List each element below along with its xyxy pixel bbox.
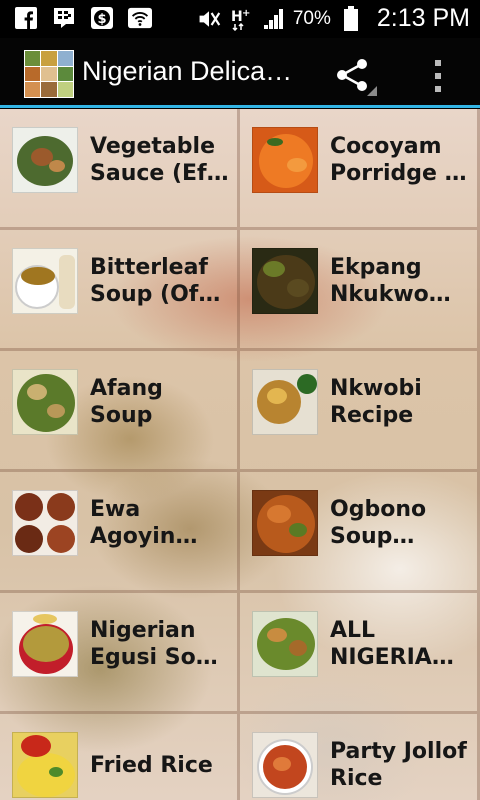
recipe-grid-background: Vegetable Sauce (Efo Riro) Cocoyam Porri…: [0, 109, 480, 800]
recipe-item-nkwobi[interactable]: Nkwobi Recipe: [240, 351, 480, 472]
clock: 2:13 PM: [376, 4, 470, 32]
wifi-icon: [128, 6, 152, 30]
recipe-label: Ewa Agoyin (Stewed Beans): [90, 497, 176, 549]
status-bar: $ H + 70% 2:13 PM: [0, 0, 480, 38]
recipe-item-all-nigerian-recipes[interactable]: ALL NIGERIAN RECIPES: [240, 593, 480, 714]
all-recipes-thumbnail: [252, 611, 318, 677]
recipe-item-ewa-agoyin[interactable]: Ewa Agoyin (Stewed Beans): [0, 472, 240, 593]
vegetable-sauce-thumbnail: [12, 127, 78, 193]
recipe-label: Fried Rice: [90, 752, 213, 778]
share-button[interactable]: [331, 54, 379, 98]
svg-text:H: H: [231, 9, 243, 25]
recipe-label: Ekpang Nkukwo Recipe: [330, 255, 429, 307]
recipe-label: ALL NIGERIAN RECIPES: [330, 618, 451, 670]
ewa-agoyin-thumbnail: [12, 490, 78, 556]
nkwobi-thumbnail: [252, 369, 318, 435]
recipe-item-egusi-soup[interactable]: Nigerian Egusi Soup Recipe: [0, 593, 240, 714]
recipe-item-vegetable-sauce[interactable]: Vegetable Sauce (Efo Riro): [0, 109, 240, 230]
recipe-label: Nigerian Egusi Soup Recipe: [90, 618, 228, 670]
recipe-item-party-jollof-rice[interactable]: Party Jollof Rice: [240, 714, 480, 800]
afang-soup-thumbnail: [12, 369, 78, 435]
recipe-item-fried-rice[interactable]: Fried Rice: [0, 714, 240, 800]
overflow-menu-icon: [435, 60, 441, 92]
recipe-item-cocoyam-porridge[interactable]: Cocoyam Porridge / Pottage: [240, 109, 480, 230]
recipe-item-bitterleaf-soup[interactable]: Bitterleaf Soup (Ofe Onugbu): [0, 230, 240, 351]
facebook-icon: [14, 6, 38, 30]
recipe-label: Ogbono Soup (Draw Soup): [330, 497, 427, 549]
network-h-icon: H +: [229, 7, 253, 31]
bbm-icon: [52, 6, 76, 30]
svg-text:$: $: [97, 12, 106, 27]
recipe-label: Party Jollof Rice: [330, 739, 467, 791]
app-title: Nigerian Delicacies: [82, 56, 297, 86]
recipe-label: Vegetable Sauce (Efo Riro): [90, 134, 222, 186]
recipe-item-ekpang-nkukwo[interactable]: Ekpang Nkukwo Recipe: [240, 230, 480, 351]
battery-icon: [339, 5, 363, 31]
recipe-label: Afang Soup: [90, 376, 163, 428]
app-logo-icon[interactable]: [24, 50, 74, 98]
recipe-label: Nkwobi Recipe: [330, 376, 422, 428]
ogbono-soup-thumbnail: [252, 490, 318, 556]
action-bar: Nigerian Delicacies: [0, 38, 480, 108]
cocoyam-porridge-thumbnail: [252, 127, 318, 193]
mute-icon: [197, 7, 221, 31]
recipe-item-ogbono-soup[interactable]: Ogbono Soup (Draw Soup): [240, 472, 480, 593]
recipe-item-afang-soup[interactable]: Afang Soup: [0, 351, 240, 472]
ekpang-nkukwo-thumbnail: [252, 248, 318, 314]
recipe-label: Cocoyam Porridge / Pottage: [330, 134, 453, 186]
svg-text:+: +: [242, 8, 250, 19]
recipe-label: Bitterleaf Soup (Ofe Onugbu): [90, 255, 214, 307]
jollof-rice-thumbnail: [252, 732, 318, 798]
signal-icon: [261, 7, 285, 31]
overflow-menu-button[interactable]: [424, 56, 452, 96]
fried-rice-thumbnail: [12, 732, 78, 798]
egusi-soup-thumbnail: [12, 611, 78, 677]
share-icon: [337, 59, 377, 96]
battery-percent: 70%: [292, 7, 331, 29]
s-app-icon: $: [90, 6, 114, 30]
bitterleaf-soup-thumbnail: [12, 248, 78, 314]
